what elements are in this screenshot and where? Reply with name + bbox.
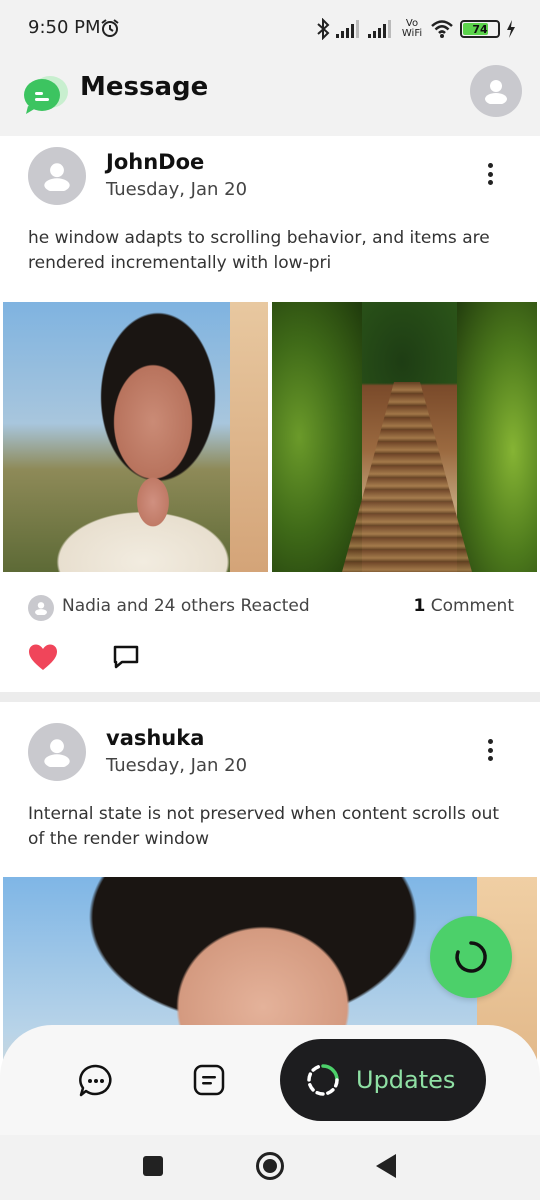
comment-count[interactable]: 1 Comment (413, 596, 514, 616)
wifi-icon (431, 20, 453, 38)
updates-label: Updates (356, 1066, 456, 1094)
back-icon[interactable] (376, 1154, 396, 1178)
battery-percent: 74 (472, 22, 488, 36)
home-icon[interactable] (256, 1152, 284, 1180)
user-avatar-icon (44, 163, 70, 191)
chat-bubble-logo-icon (24, 76, 68, 114)
post-actions (28, 643, 228, 673)
status-bar: 9:50 PM Vo WiFi 74 (0, 0, 540, 58)
updates-tab[interactable]: Updates (280, 1039, 486, 1121)
more-options-icon[interactable] (480, 735, 500, 765)
vowifi-label: Vo WiFi (401, 18, 423, 39)
post-date: Tuesday, Jan 20 (106, 179, 248, 200)
system-nav-bar (0, 1135, 540, 1200)
alarm-icon (101, 19, 119, 37)
refresh-button[interactable] (430, 916, 512, 998)
loading-spinner-icon (455, 941, 487, 973)
signal-icon (336, 20, 359, 38)
post-text: Internal state is not preserved when con… (28, 804, 500, 849)
avatar[interactable] (28, 147, 86, 205)
bluetooth-icon (317, 18, 330, 40)
updates-icon (307, 1064, 339, 1096)
more-options-icon[interactable] (480, 159, 500, 189)
comment-icon[interactable] (112, 644, 140, 670)
reactions-text: Nadia and 24 others Reacted (62, 596, 310, 616)
page-title: Message (80, 72, 209, 102)
reactions-summary[interactable]: Nadia and 24 others Reacted 1 Comment (28, 595, 514, 621)
reactor-avatar (28, 595, 54, 621)
profile-avatar-button[interactable] (470, 65, 522, 117)
user-avatar-icon (35, 602, 47, 615)
post-author[interactable]: vashuka (106, 726, 204, 750)
post-image[interactable] (3, 302, 268, 572)
recent-apps-icon[interactable] (143, 1156, 163, 1176)
app-header: Message (0, 58, 540, 136)
post-author[interactable]: JohnDoe (106, 150, 204, 174)
user-avatar-icon (485, 80, 507, 104)
signal-icon (368, 20, 391, 38)
post-card: JohnDoe Tuesday, Jan 20 he window adapts… (0, 136, 540, 692)
status-icons: Vo WiFi 74 (316, 16, 516, 42)
battery-icon: 74 (460, 20, 500, 38)
post-date: Tuesday, Jan 20 (106, 755, 248, 776)
heart-icon[interactable] (28, 643, 58, 671)
chat-icon[interactable] (78, 1063, 114, 1099)
post-text: he window adapts to scrolling behavior, … (28, 228, 490, 273)
status-time: 9:50 PM (28, 17, 101, 38)
bottom-nav: Updates (0, 1025, 540, 1135)
comment-count-label: Comment (430, 596, 514, 616)
charging-icon (507, 20, 515, 38)
avatar[interactable] (28, 723, 86, 781)
user-avatar-icon (44, 739, 70, 767)
post-divider (0, 692, 540, 702)
comment-count-number: 1 (413, 596, 426, 616)
post-image[interactable] (272, 302, 537, 572)
notes-icon[interactable] (192, 1063, 226, 1097)
